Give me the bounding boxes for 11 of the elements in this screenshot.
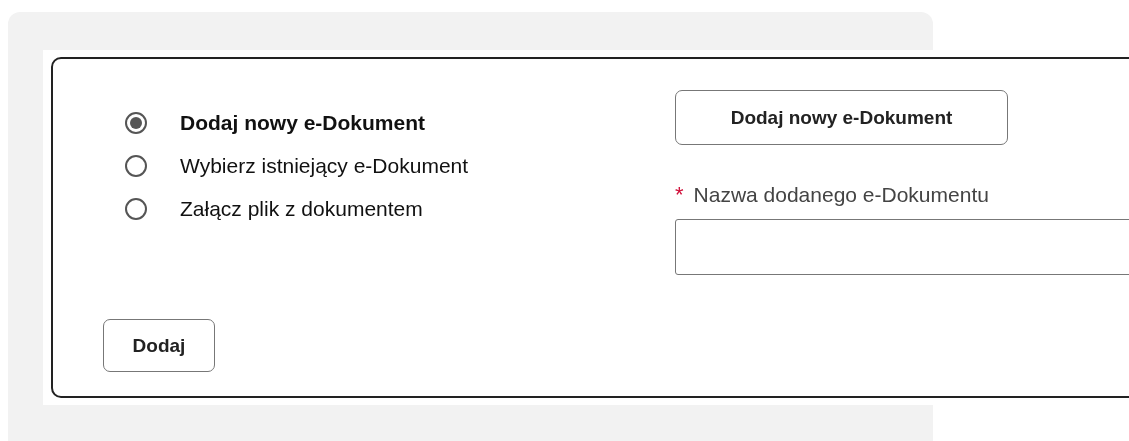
radio-button[interactable] xyxy=(125,155,147,177)
add-new-button[interactable]: Dodaj nowy e-Dokument xyxy=(675,90,1008,145)
radio-button[interactable] xyxy=(125,198,147,220)
required-mark: * xyxy=(675,182,684,208)
radio-label: Załącz plik z dokumentem xyxy=(180,197,423,221)
radio-button[interactable] xyxy=(125,112,147,134)
radio-label: Wybierz istniejący e-Dokument xyxy=(180,154,469,178)
field-label: Nazwa dodanego e-Dokumentu xyxy=(693,183,989,207)
radio-label: Dodaj nowy e-Dokument xyxy=(180,111,426,135)
submit-button[interactable]: Dodaj xyxy=(103,319,215,372)
name-input-field[interactable] xyxy=(675,219,1129,275)
